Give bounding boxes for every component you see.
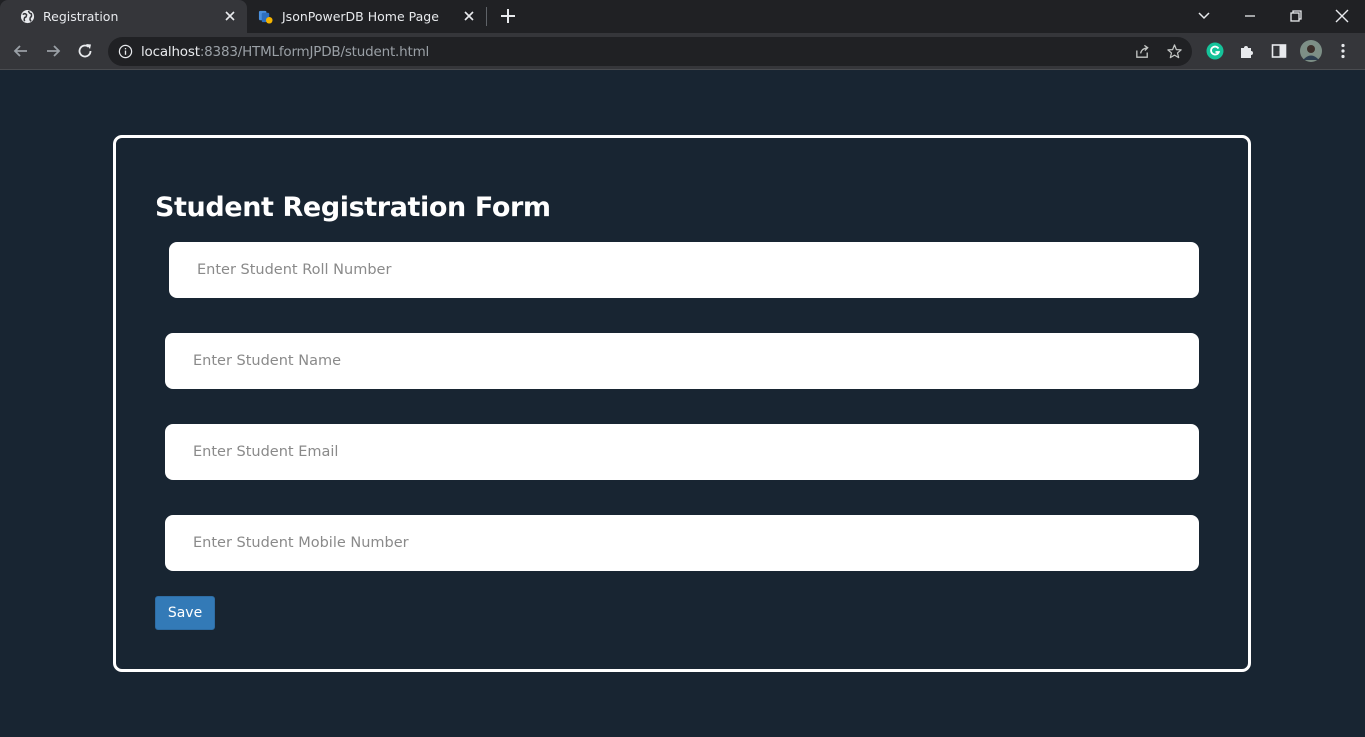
- close-tab-icon[interactable]: [222, 8, 238, 24]
- mobile-number-input[interactable]: [165, 515, 1199, 571]
- tab-strip: Registration JsonPowerDB Home Page: [0, 0, 1365, 33]
- address-bar[interactable]: localhost:8383/HTMLformJPDB/student.html: [108, 37, 1192, 66]
- url-path: :8383/HTMLformJPDB/student.html: [199, 44, 430, 60]
- share-icon[interactable]: [1134, 43, 1151, 60]
- roll-number-input[interactable]: [169, 242, 1199, 298]
- globe-icon: [20, 9, 35, 24]
- tab-separator: [486, 7, 487, 26]
- url-host: localhost: [141, 44, 200, 60]
- tab-jsonpowerdb[interactable]: JsonPowerDB Home Page: [249, 0, 486, 33]
- tab-title: Registration: [43, 9, 119, 24]
- url-text: localhost:8383/HTMLformJPDB/student.html: [141, 44, 429, 60]
- browser-toolbar: localhost:8383/HTMLformJPDB/student.html: [0, 33, 1365, 70]
- bookmark-star-icon[interactable]: [1166, 43, 1183, 60]
- save-button[interactable]: Save: [155, 596, 215, 630]
- tab-title: JsonPowerDB Home Page: [282, 9, 439, 24]
- reload-icon[interactable]: [75, 41, 95, 61]
- student-name-input[interactable]: [165, 333, 1199, 389]
- close-window-icon[interactable]: [1332, 6, 1352, 26]
- back-arrow-icon[interactable]: [11, 41, 31, 61]
- side-panel-icon[interactable]: [1270, 42, 1288, 60]
- tab-registration[interactable]: Registration: [0, 0, 247, 33]
- restore-icon[interactable]: [1286, 6, 1306, 26]
- site-info-icon[interactable]: [118, 44, 133, 59]
- close-tab-icon[interactable]: [461, 8, 477, 24]
- form-title: Student Registration Form: [155, 192, 551, 223]
- tab-search-chevron-icon[interactable]: [1194, 6, 1214, 26]
- forward-arrow-icon[interactable]: [43, 41, 63, 61]
- profile-avatar-icon[interactable]: [1300, 40, 1322, 62]
- grammarly-icon[interactable]: [1206, 42, 1224, 60]
- student-email-input[interactable]: [165, 424, 1199, 480]
- extensions-puzzle-icon[interactable]: [1238, 42, 1256, 60]
- minimize-icon[interactable]: [1240, 6, 1260, 26]
- new-tab-icon[interactable]: [499, 7, 517, 25]
- jsonpowerdb-favicon-icon: [258, 10, 273, 24]
- more-menu-icon[interactable]: [1334, 42, 1352, 60]
